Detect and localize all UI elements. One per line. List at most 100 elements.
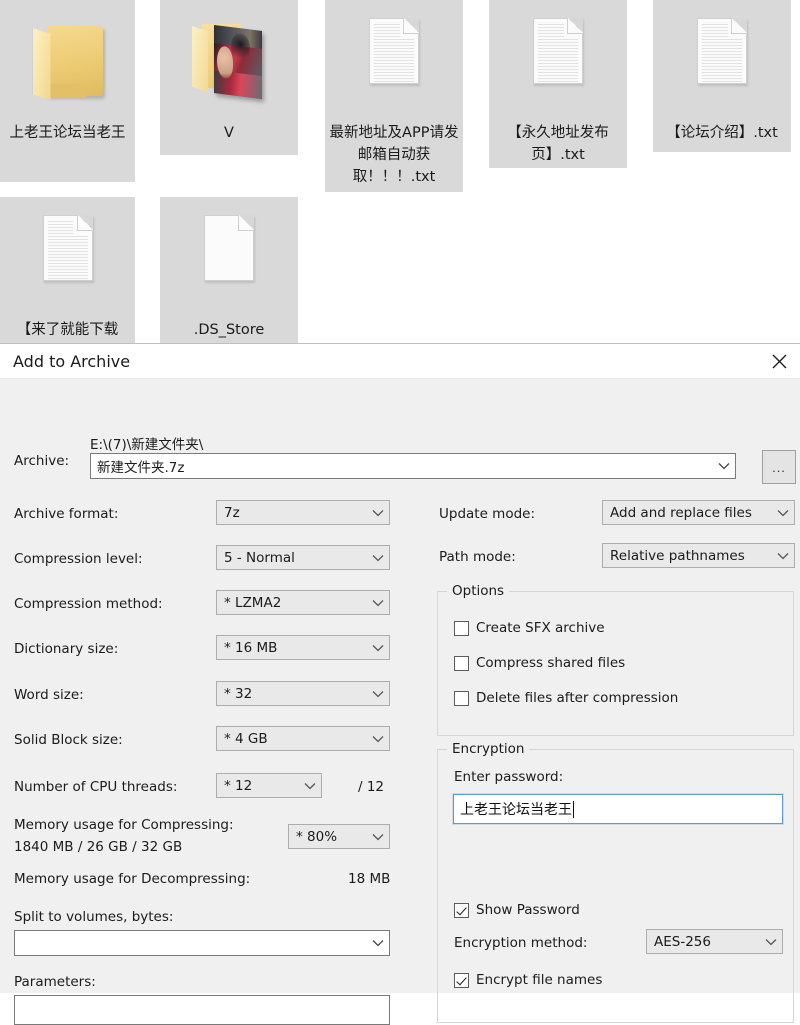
compression-method-value: * LZMA2 bbox=[224, 594, 282, 611]
compression-method-label: Compression method: bbox=[14, 596, 163, 612]
chevron-down-icon bbox=[367, 599, 389, 607]
chevron-down-icon bbox=[772, 552, 794, 560]
path-mode-combobox[interactable]: Relative pathnames bbox=[602, 543, 795, 568]
checkbox-box-checked bbox=[454, 902, 469, 918]
compression-level-combobox[interactable]: 5 - Normal bbox=[216, 545, 390, 570]
parameters-label: Parameters: bbox=[14, 974, 96, 990]
archive-name-combobox[interactable]: 新建文件夹.7z bbox=[90, 453, 736, 479]
file-explorer-background: 上老王论坛当老王 V 最新地址及APP请发邮箱自动获取！！！.txt 【永久地址… bbox=[0, 0, 800, 345]
folder-with-photo-icon bbox=[190, 12, 268, 116]
cpu-threads-label: Number of CPU threads: bbox=[14, 779, 178, 795]
enter-password-label: Enter password: bbox=[454, 769, 564, 785]
encryption-method-label: Encryption method: bbox=[454, 935, 588, 951]
archive-format-combobox[interactable]: 7z bbox=[216, 500, 390, 525]
memory-percent-value: * 80% bbox=[296, 828, 338, 845]
archive-name-value: 新建文件夹.7z bbox=[97, 460, 185, 476]
dialog-body: Archive: E:\(7)\新建文件夹\ 新建文件夹.7z ... Arch… bbox=[0, 379, 800, 1025]
file-label: .DS_Store bbox=[193, 322, 265, 338]
solid-block-size-value: * 4 GB bbox=[224, 730, 268, 747]
update-mode-combobox[interactable]: Add and replace files bbox=[602, 500, 795, 525]
file-tile-txt-1[interactable]: 最新地址及APP请发邮箱自动获取！！！.txt bbox=[325, 0, 463, 192]
file-label: 上老王论坛当老王 bbox=[9, 125, 126, 141]
cpu-threads-value: * 12 bbox=[224, 777, 253, 794]
blank-document-icon bbox=[190, 209, 268, 313]
delete-files-after-compression-label: Delete files after compression bbox=[476, 690, 679, 706]
file-label: 【论坛介绍】.txt bbox=[666, 125, 778, 141]
word-size-combobox[interactable]: * 32 bbox=[216, 681, 390, 706]
split-volumes-combobox[interactable] bbox=[14, 930, 390, 956]
dictionary-size-label: Dictionary size: bbox=[14, 641, 119, 657]
chevron-down-icon bbox=[299, 782, 321, 790]
chevron-down-icon bbox=[760, 938, 782, 946]
archive-format-label: Archive format: bbox=[14, 506, 119, 522]
show-password-label: Show Password bbox=[476, 902, 580, 918]
close-icon[interactable] bbox=[758, 344, 800, 378]
text-document-icon bbox=[355, 12, 433, 116]
memory-percent-combobox[interactable]: * 80% bbox=[288, 824, 390, 849]
encryption-method-combobox[interactable]: AES-256 bbox=[646, 929, 783, 954]
archive-format-value: 7z bbox=[224, 504, 240, 521]
chevron-down-icon bbox=[367, 644, 389, 652]
dialog-title-bar: Add to Archive bbox=[0, 344, 800, 379]
chevron-down-icon bbox=[367, 735, 389, 743]
delete-files-after-compression-checkbox[interactable]: Delete files after compression bbox=[454, 690, 678, 706]
file-tile-txt-4[interactable]: 【来了就能下载 bbox=[0, 197, 135, 345]
options-group-title: Options bbox=[447, 583, 510, 599]
parameters-input[interactable] bbox=[14, 995, 390, 1025]
file-tile-txt-3[interactable]: 【论坛介绍】.txt bbox=[653, 0, 791, 152]
chevron-down-icon bbox=[367, 833, 389, 841]
compress-shared-files-checkbox[interactable]: Compress shared files bbox=[454, 655, 625, 671]
compression-method-combobox[interactable]: * LZMA2 bbox=[216, 590, 390, 615]
browse-button[interactable]: ... bbox=[762, 450, 796, 484]
file-label: 【永久地址发布页】.txt bbox=[507, 125, 609, 163]
path-mode-label: Path mode: bbox=[439, 549, 516, 565]
password-value: 上老王论坛当老王 bbox=[460, 802, 572, 818]
dictionary-size-combobox[interactable]: * 16 MB bbox=[216, 635, 390, 660]
encryption-group-title: Encryption bbox=[447, 741, 530, 757]
encrypt-file-names-checkbox[interactable]: Encrypt file names bbox=[454, 972, 602, 988]
checkbox-box bbox=[454, 620, 469, 636]
archive-path: E:\(7)\新建文件夹\ bbox=[90, 437, 204, 453]
dialog-title: Add to Archive bbox=[13, 352, 131, 371]
cpu-threads-combobox[interactable]: * 12 bbox=[216, 773, 322, 798]
chevron-down-icon bbox=[367, 554, 389, 562]
file-label: 【来了就能下载 bbox=[16, 322, 119, 338]
memory-decompress-value: 18 MB bbox=[348, 871, 391, 887]
dictionary-size-value: * 16 MB bbox=[224, 639, 278, 656]
chevron-down-icon bbox=[367, 509, 389, 517]
file-tile-folder-1[interactable]: 上老王论坛当老王 bbox=[0, 0, 135, 182]
word-size-value: * 32 bbox=[224, 685, 253, 702]
text-document-icon bbox=[29, 209, 107, 313]
memory-decompress-label: Memory usage for Decompressing: bbox=[14, 871, 251, 887]
compress-shared-files-label: Compress shared files bbox=[476, 655, 626, 671]
file-tile-txt-2[interactable]: 【永久地址发布页】.txt bbox=[489, 0, 627, 168]
checkbox-box-checked bbox=[454, 972, 469, 988]
file-tile-ds-store[interactable]: .DS_Store bbox=[160, 197, 298, 345]
create-sfx-archive-checkbox[interactable]: Create SFX archive bbox=[454, 620, 605, 636]
checkbox-box bbox=[454, 690, 469, 706]
solid-block-size-combobox[interactable]: * 4 GB bbox=[216, 726, 390, 751]
memory-compress-label: Memory usage for Compressing: bbox=[14, 817, 234, 833]
split-volumes-label: Split to volumes, bytes: bbox=[14, 909, 174, 925]
file-label: 最新地址及APP请发邮箱自动获取！！！.txt bbox=[329, 125, 459, 185]
memory-compress-detail: 1840 MB / 26 GB / 32 GB bbox=[14, 839, 183, 855]
file-tile-folder-2[interactable]: V bbox=[160, 0, 298, 155]
options-group: Options Create SFX archive Compress shar… bbox=[437, 583, 794, 736]
encrypt-file-names-label: Encrypt file names bbox=[476, 972, 603, 988]
file-label: V bbox=[224, 125, 234, 141]
update-mode-label: Update mode: bbox=[439, 506, 536, 522]
chevron-down-icon bbox=[772, 509, 794, 517]
chevron-down-icon bbox=[713, 462, 735, 470]
compression-level-label: Compression level: bbox=[14, 551, 143, 567]
compression-level-value: 5 - Normal bbox=[224, 549, 295, 566]
show-password-checkbox[interactable]: Show Password bbox=[454, 902, 580, 918]
update-mode-value: Add and replace files bbox=[610, 504, 752, 521]
word-size-label: Word size: bbox=[14, 687, 84, 703]
create-sfx-archive-label: Create SFX archive bbox=[476, 620, 605, 636]
text-document-icon bbox=[519, 12, 597, 116]
chevron-down-icon bbox=[367, 690, 389, 698]
checkbox-box bbox=[454, 655, 469, 671]
folder-icon bbox=[29, 12, 107, 116]
text-document-icon bbox=[683, 12, 761, 116]
password-input[interactable]: 上老王论坛当老王 bbox=[452, 793, 784, 825]
